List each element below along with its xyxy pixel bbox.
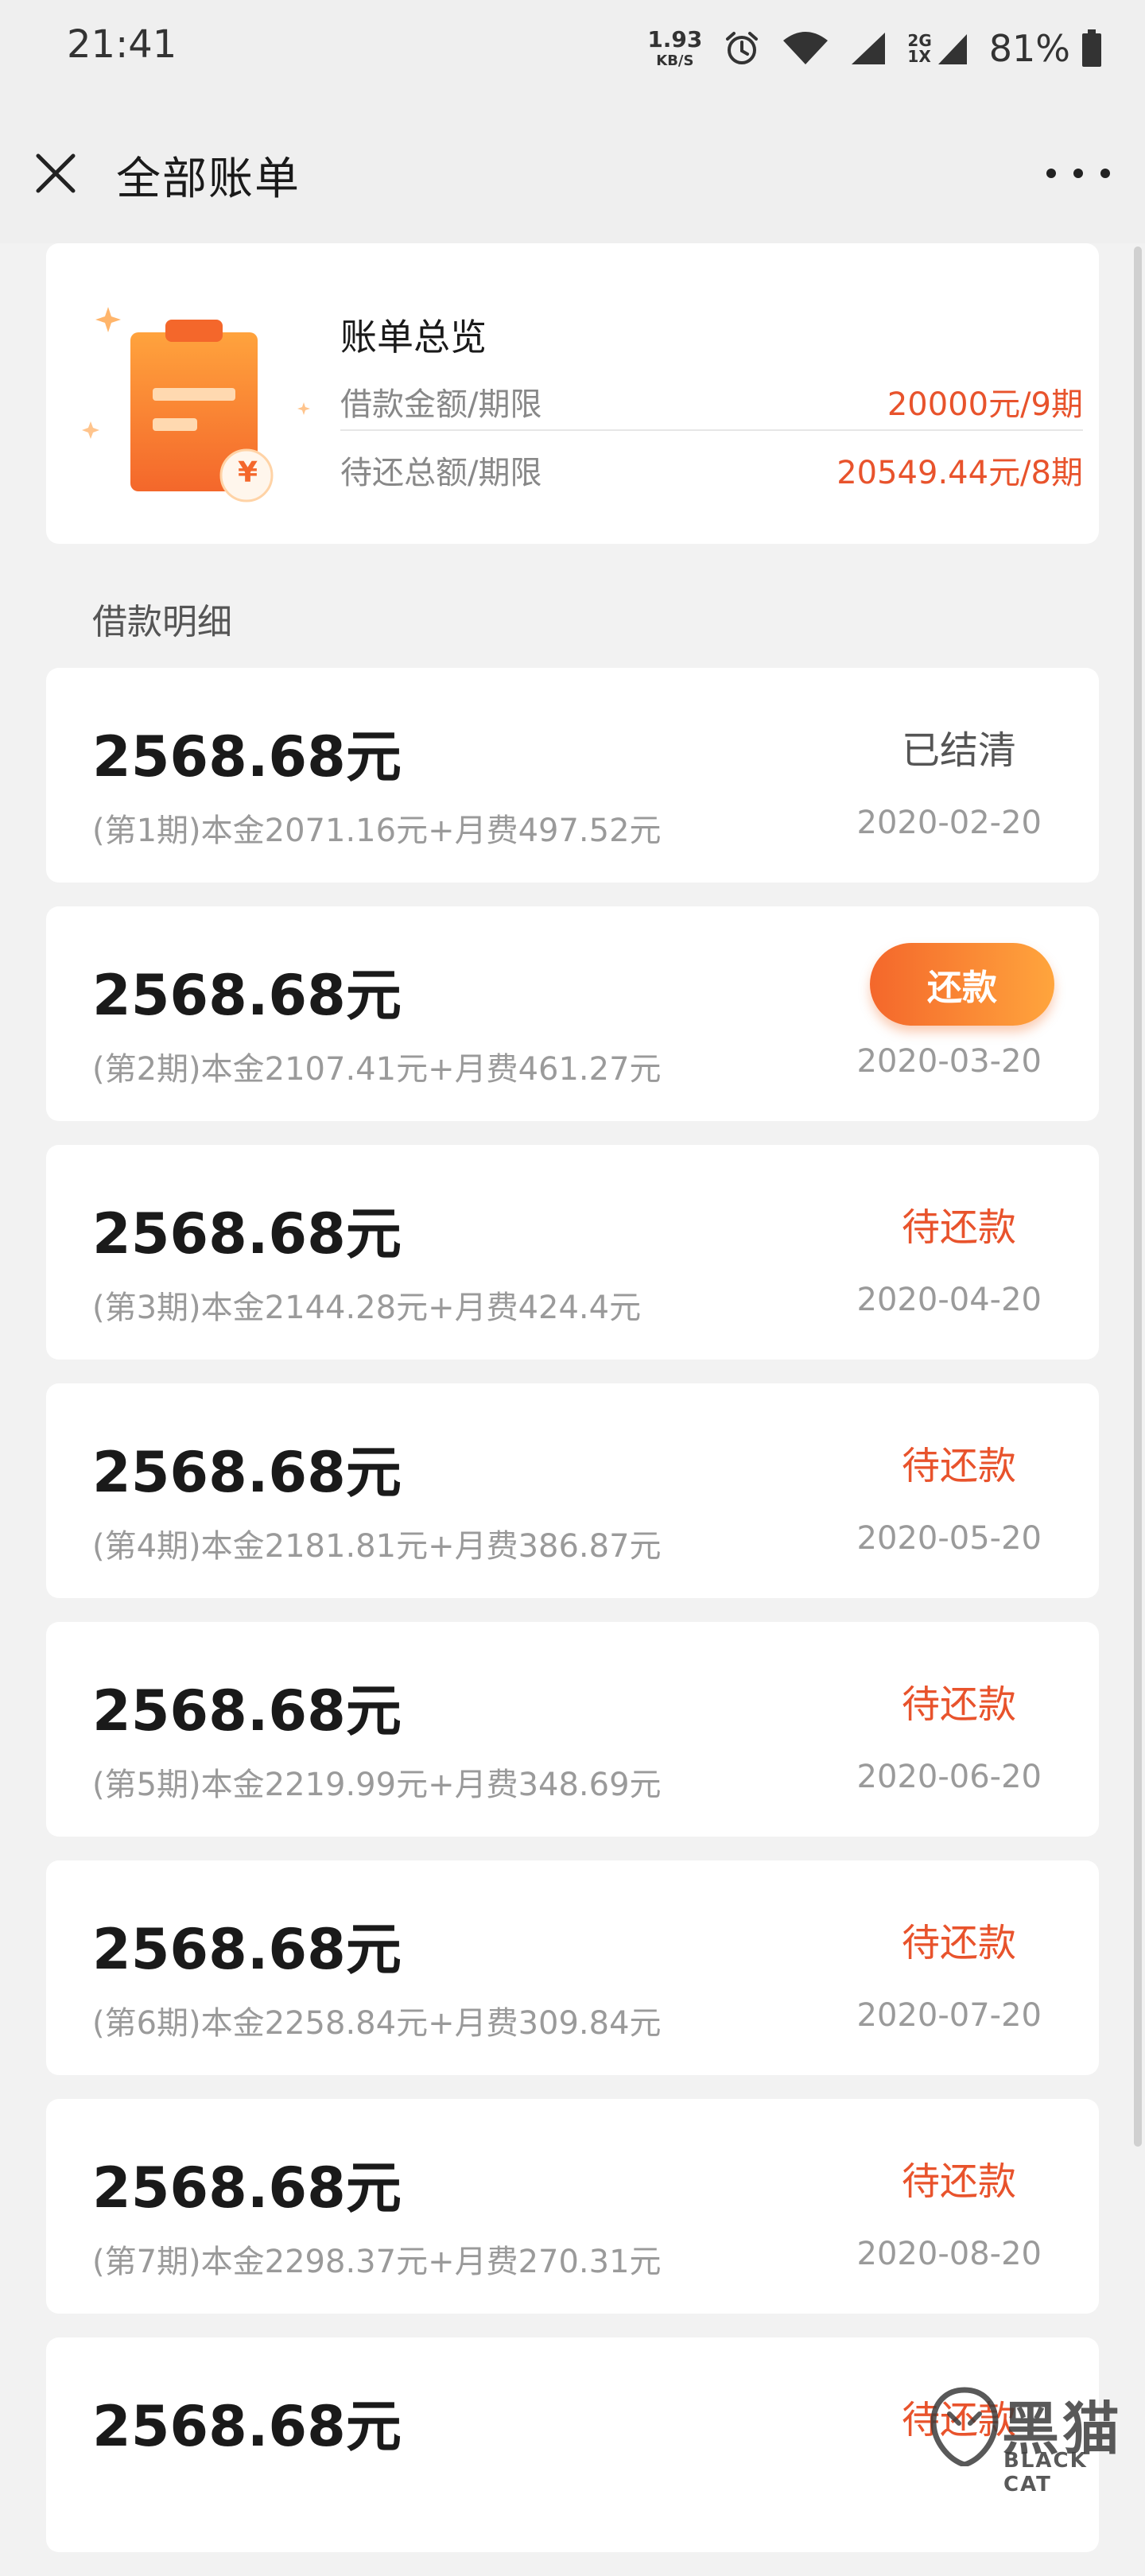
bill-status: 待还款 [901, 1682, 1016, 1727]
bill-detail: (第7期)本金2298.37元+月费270.31元 [92, 2244, 662, 2280]
battery-icon [1081, 29, 1102, 68]
bill-amount: 2568.68元 [92, 2155, 402, 2221]
network-type-top: 2G [907, 31, 932, 50]
bill-summary-card: ¥ 账单总览 借款金额/期限 20000元/9期 待还总额/期限 20549.4… [46, 243, 1099, 544]
signal-icon [850, 31, 887, 66]
network-speed: 1.93 KB/S [647, 29, 702, 68]
bill-amount: 2568.68元 [92, 1201, 402, 1267]
bill-amount: 2568.68元 [92, 1440, 402, 1505]
bill-amount: 2568.68元 [92, 724, 402, 789]
more-dot [1100, 169, 1110, 178]
signal-icon-2 [937, 31, 968, 66]
battery-percent: 81% [988, 27, 1070, 70]
status-bar: 21:41 1.93 KB/S 2G 1X 81% [0, 0, 1145, 100]
header-bar: 全部账单 [0, 100, 1145, 243]
summary-title: 账单总览 [340, 316, 487, 359]
bill-status: 待还款 [901, 1444, 1016, 1488]
bill-amount: 2568.68元 [92, 1678, 402, 1744]
yen-symbol: ¥ [238, 456, 258, 489]
more-dot [1046, 169, 1056, 178]
bill-status: 待还款 [901, 2159, 1016, 2204]
network-type: 2G 1X [907, 33, 931, 64]
pending-amount-value: 20549.44元/8期 [836, 455, 1083, 491]
bill-date: 2020-06-20 [856, 1759, 1042, 1795]
bill-item[interactable]: 2568.68元 (第6期)本金2258.84元+月费309.84元 待还款 2… [46, 1860, 1099, 2075]
loan-amount-label: 借款金额/期限 [340, 386, 542, 423]
black-cat-logo-icon [930, 2387, 999, 2469]
bill-status: 待还款 [901, 1205, 1016, 1250]
bill-item[interactable]: 2568.68元 (第2期)本金2107.41元+月费461.27元 还款 20… [46, 906, 1099, 1121]
pending-amount-label: 待还总额/期限 [340, 455, 542, 491]
bill-detail: (第5期)本金2219.99元+月费348.69元 [92, 1767, 662, 1803]
watermark: 黑猫 BLACK CAT [922, 2380, 1137, 2496]
network-speed-value: 1.93 [647, 26, 703, 52]
bill-list: 2568.68元 (第1期)本金2071.16元+月费497.52元 已结清 2… [46, 668, 1099, 2576]
bill-item[interactable]: 2568.68元 (第1期)本金2071.16元+月费497.52元 已结清 2… [46, 668, 1099, 883]
bill-amount: 2568.68元 [92, 2394, 402, 2459]
bill-date: 2020-05-20 [856, 1520, 1042, 1557]
bill-date: 2020-08-20 [856, 2236, 1042, 2272]
section-title: 借款明细 [92, 602, 232, 642]
wifi-icon [782, 31, 829, 66]
status-time: 21:41 [67, 22, 177, 67]
status-indicators: 1.93 KB/S 2G 1X 81% [647, 21, 1102, 76]
bill-date: 2020-02-20 [856, 805, 1042, 841]
clipboard-bill-icon: ¥ [76, 291, 315, 522]
scrollbar[interactable] [1134, 246, 1142, 2147]
page-title: 全部账单 [116, 153, 301, 205]
bill-detail: (第1期)本金2071.16元+月费497.52元 [92, 813, 662, 849]
bill-date: 2020-03-20 [856, 1043, 1042, 1080]
bill-detail: (第3期)本金2144.28元+月费424.4元 [92, 1290, 642, 1326]
bill-date: 2020-07-20 [856, 1997, 1042, 2034]
bill-item[interactable]: 2568.68元 (第5期)本金2219.99元+月费348.69元 待还款 2… [46, 1622, 1099, 1837]
loan-amount-value: 20000元/9期 [887, 386, 1083, 423]
bill-status: 已结清 [901, 728, 1016, 773]
bill-item[interactable]: 2568.68元 (第3期)本金2144.28元+月费424.4元 待还款 20… [46, 1145, 1099, 1360]
more-icon[interactable] [1046, 157, 1110, 189]
bill-detail: (第2期)本金2107.41元+月费461.27元 [92, 1051, 662, 1088]
close-icon[interactable] [30, 148, 81, 199]
network-speed-unit: KB/S [656, 52, 694, 69]
more-dot [1073, 169, 1083, 178]
watermark-text-en: BLACK CAT [1003, 2449, 1088, 2496]
bill-amount: 2568.68元 [92, 1917, 402, 1982]
bill-amount: 2568.68元 [92, 963, 402, 1028]
alarm-icon [723, 29, 761, 68]
bill-detail: (第6期)本金2258.84元+月费309.84元 [92, 2005, 662, 2042]
bill-detail: (第4期)本金2181.81元+月费386.87元 [92, 1528, 662, 1565]
loan-amount-row: 借款金额/期限 20000元/9期 [340, 374, 1083, 431]
pending-amount-row: 待还总额/期限 20549.44元/8期 [340, 442, 1083, 498]
network-type-bottom: 1X [907, 47, 931, 66]
bill-status: 待还款 [901, 1921, 1016, 1965]
bill-item[interactable]: 2568.68元 (第4期)本金2181.81元+月费386.87元 待还款 2… [46, 1383, 1099, 1598]
bill-date: 2020-04-20 [856, 1282, 1042, 1318]
repay-button[interactable]: 还款 [870, 943, 1054, 1026]
bill-item[interactable]: 2568.68元 (第7期)本金2298.37元+月费270.31元 待还款 2… [46, 2099, 1099, 2314]
